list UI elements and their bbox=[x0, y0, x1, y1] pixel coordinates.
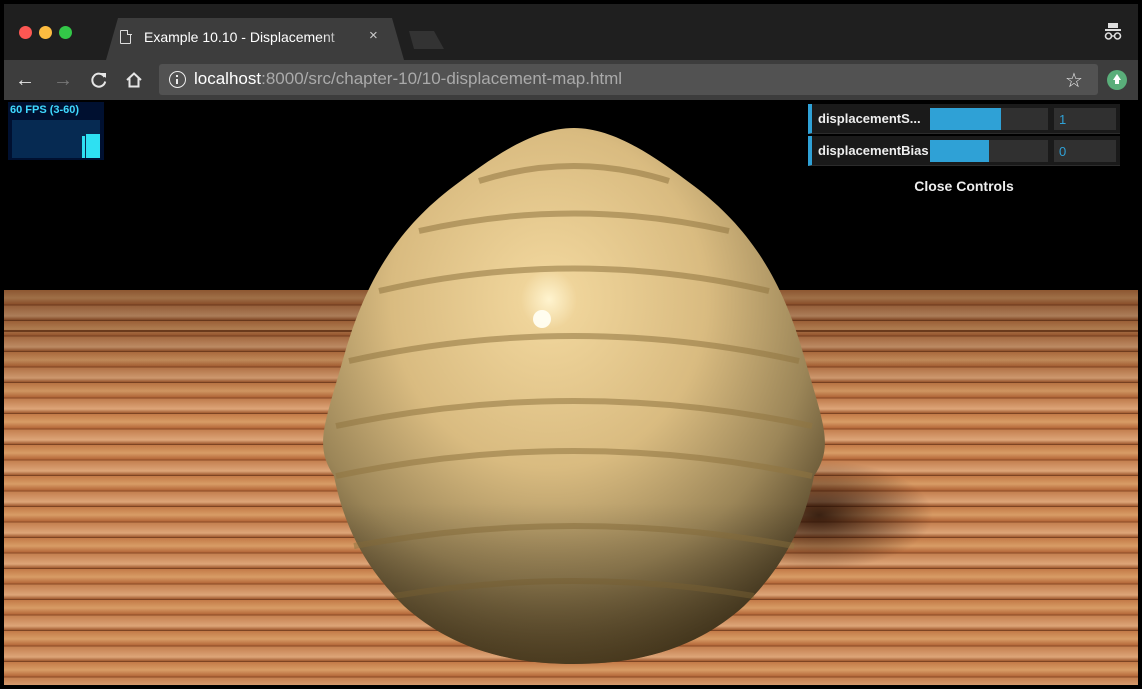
slider-fill bbox=[930, 108, 1001, 130]
webgl-canvas[interactable]: 60 FPS (3-60) displacementS... 1 displac… bbox=[4, 100, 1138, 685]
extension-update-icon[interactable] bbox=[1107, 70, 1127, 90]
document-icon bbox=[120, 29, 132, 44]
displacement-bias-row: displacementBias 0 bbox=[808, 136, 1120, 166]
control-label: displacementBias bbox=[818, 143, 929, 158]
displaced-sphere bbox=[323, 128, 825, 664]
fps-graph-bar bbox=[86, 134, 100, 158]
back-icon[interactable]: ← bbox=[12, 60, 38, 100]
fps-label: 60 FPS (3-60) bbox=[10, 104, 80, 116]
displacement-scale-slider[interactable] bbox=[930, 108, 1048, 130]
browser-toolbar: ← → localhost:8000/src/chapter-10/10-dis… bbox=[4, 60, 1138, 100]
info-icon[interactable] bbox=[169, 71, 186, 88]
new-tab-button[interactable] bbox=[409, 31, 444, 49]
address-bar[interactable]: localhost:8000/src/chapter-10/10-displac… bbox=[159, 64, 1098, 95]
slider-fill bbox=[930, 140, 989, 162]
url-text: localhost:8000/src/chapter-10/10-displac… bbox=[194, 69, 622, 89]
minimize-window-button[interactable] bbox=[39, 26, 52, 39]
displacement-scale-input[interactable]: 1 bbox=[1054, 108, 1116, 130]
browser-window: Example 10.10 - Displacement × ← → local… bbox=[0, 0, 1142, 689]
close-window-button[interactable] bbox=[19, 26, 32, 39]
tab-close-button[interactable]: × bbox=[369, 28, 378, 44]
incognito-icon bbox=[1104, 23, 1122, 40]
home-icon[interactable] bbox=[121, 60, 147, 100]
url-path: :8000/src/chapter-10/10-displacement-map… bbox=[261, 69, 623, 88]
close-controls-button[interactable]: Close Controls bbox=[808, 178, 1120, 194]
controls-panel: displacementS... 1 displacementBias 0 Cl… bbox=[808, 102, 1120, 198]
control-label: displacementS... bbox=[818, 111, 921, 126]
maximize-window-button[interactable] bbox=[59, 26, 72, 39]
forward-icon[interactable]: → bbox=[50, 60, 76, 100]
bookmark-star-icon[interactable]: ☆ bbox=[1061, 60, 1087, 100]
tab-title: Example 10.10 - Displacement bbox=[144, 29, 335, 45]
fps-graph-bar bbox=[82, 136, 85, 158]
displacement-bias-input[interactable]: 0 bbox=[1054, 140, 1116, 162]
displacement-scale-row: displacementS... 1 bbox=[808, 104, 1120, 134]
fps-stats-panel[interactable]: 60 FPS (3-60) bbox=[8, 102, 104, 160]
url-host: localhost bbox=[194, 69, 262, 88]
displacement-bias-slider[interactable] bbox=[930, 140, 1048, 162]
title-bar: Example 10.10 - Displacement × bbox=[4, 4, 1138, 60]
reload-icon[interactable] bbox=[86, 60, 112, 100]
